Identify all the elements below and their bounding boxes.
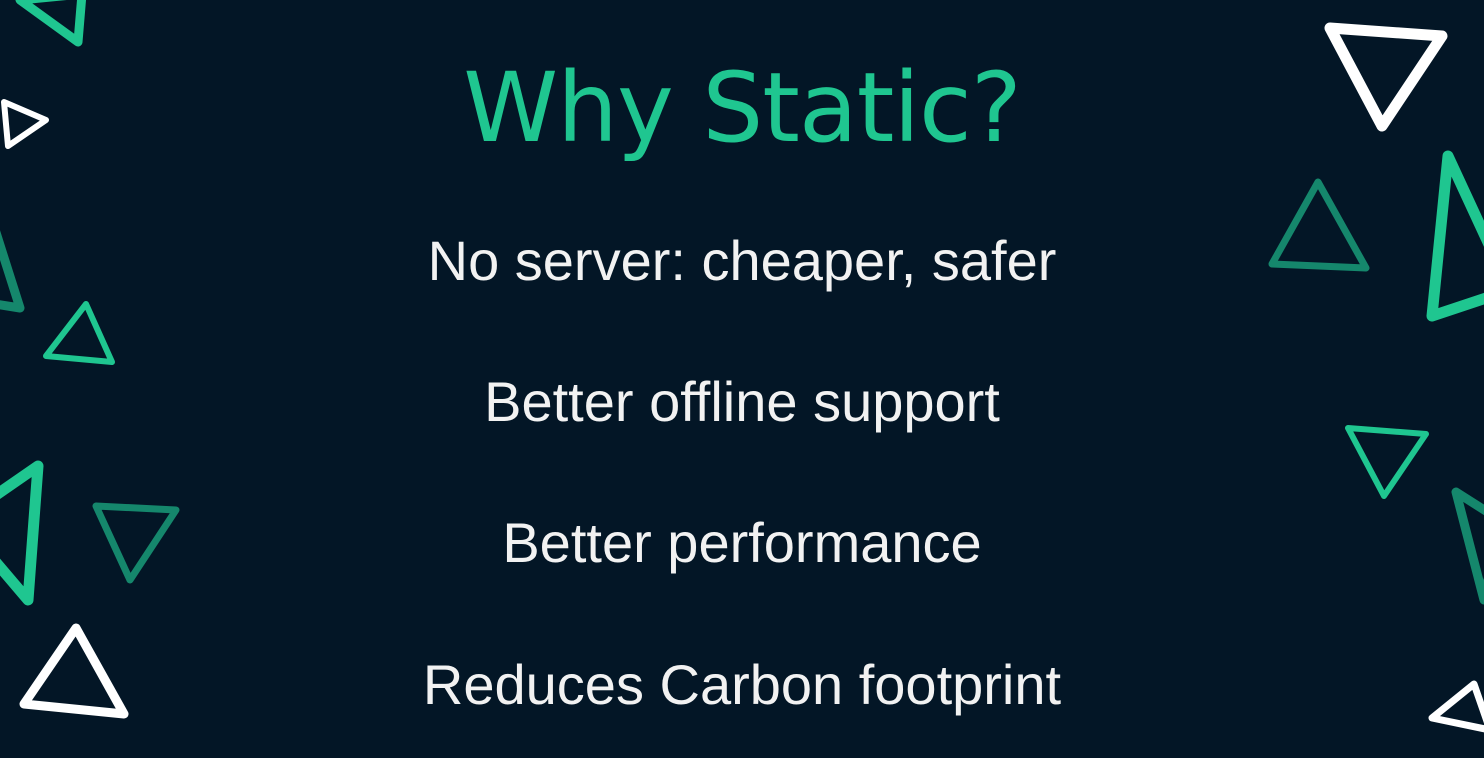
- bullet-point: Reduces Carbon footprint: [422, 653, 1062, 716]
- triangle-outline-icon: [15, 0, 87, 47]
- slide-title: Why Static?: [463, 52, 1022, 164]
- triangle-outline-icon: [1345, 425, 1429, 499]
- bullet-point: No server: cheaper, safer: [427, 229, 1057, 292]
- bullet-point: Better performance: [502, 511, 982, 574]
- triangle-outline-icon: [43, 301, 115, 365]
- slide: Why Static? No server: cheaper, safer Be…: [0, 0, 1484, 758]
- bullet-point: Better offline support: [484, 370, 1000, 433]
